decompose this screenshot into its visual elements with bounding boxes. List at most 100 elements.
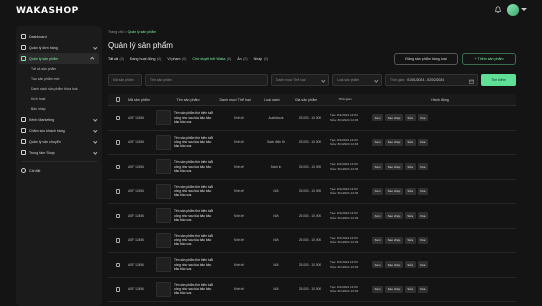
table-row[interactable]: ASF 12456 Tên sản phẩm thứ biên tuổi côn… bbox=[108, 180, 516, 204]
tab-hidden[interactable]: Ẩn (0) bbox=[237, 57, 247, 61]
date-range-picker[interactable]: Thời gian: 01/01/2024 - 02/02/2024 bbox=[385, 74, 478, 86]
product-code-input[interactable]: Mã sản phẩm bbox=[108, 74, 142, 86]
copy-button[interactable]: Sao chép bbox=[385, 212, 403, 220]
updated-time: Sửa: 8/1/2024 12:03 bbox=[330, 191, 359, 196]
view-button[interactable]: Xem bbox=[372, 163, 384, 171]
breadcrumb: Trang chủ > Quản lý sản phẩm bbox=[108, 30, 156, 34]
add-product-button[interactable]: + Thêm sản phẩm bbox=[462, 53, 516, 65]
sidebar-item-settings[interactable]: Cài đặt bbox=[16, 165, 102, 176]
sidebar-item-shop-center[interactable]: Trung tâm Shop bbox=[16, 147, 102, 158]
avatar[interactable] bbox=[507, 4, 519, 16]
copy-button[interactable]: Sao chép bbox=[385, 114, 403, 122]
breadcrumb-root[interactable]: Trang chủ bbox=[108, 30, 124, 34]
table-row[interactable]: ASF 12456 Tên sản phẩm thứ biên tuổi côn… bbox=[108, 204, 516, 229]
copy-button[interactable]: Sao chép bbox=[385, 163, 403, 171]
row-checkbox[interactable] bbox=[115, 189, 121, 194]
select-all-checkbox[interactable] bbox=[115, 97, 121, 102]
tab-label: Vi phạm bbox=[167, 57, 181, 61]
product-name[interactable]: Tên sản phẩm thứ biên tuổi công như sau … bbox=[174, 136, 216, 149]
logo[interactable]: WAKASHOP bbox=[16, 6, 79, 16]
copy-button[interactable]: Sao chép bbox=[385, 187, 403, 195]
header-category: Danh mục/ Thể loại bbox=[219, 97, 251, 102]
sidebar-item-customer-care[interactable]: Chăm sóc khách hàng bbox=[16, 125, 102, 136]
product-name[interactable]: Tên sản phẩm thứ biên tuổi công như sau … bbox=[174, 111, 216, 124]
sidebar-item-products[interactable]: Quản lý sản phẩm bbox=[19, 53, 99, 64]
view-button[interactable]: Xem bbox=[372, 212, 384, 220]
tab-pending[interactable]: Chờ duyệt bởi Waka (0) bbox=[192, 57, 231, 61]
delete-button[interactable]: Xóa bbox=[417, 285, 428, 293]
edit-button[interactable]: Sửa bbox=[404, 285, 416, 293]
table-row[interactable]: ASF 12456 Tên sản phẩm thứ biên tuổi côn… bbox=[108, 229, 516, 253]
header-time: Thời gian bbox=[338, 97, 352, 102]
table-row[interactable]: ASF 12456 Tên sản phẩm thứ biên tuổi côn… bbox=[108, 131, 516, 155]
table-row[interactable]: ASF 12456 Tên sản phẩm thứ biên tuổi côn… bbox=[108, 278, 516, 302]
bell-icon[interactable] bbox=[494, 6, 502, 14]
edit-button[interactable]: Sửa bbox=[404, 114, 416, 122]
view-button[interactable]: Xem bbox=[372, 285, 384, 293]
delete-button[interactable]: Xóa bbox=[417, 236, 428, 244]
table-row[interactable]: ASF 12456 Tên sản phẩm thứ biên tuổi côn… bbox=[108, 253, 516, 278]
product-name[interactable]: Tên sản phẩm thứ biên tuổi công như sau … bbox=[174, 209, 216, 222]
edit-button[interactable]: Sửa bbox=[404, 187, 416, 195]
copy-button[interactable]: Sao chép bbox=[385, 285, 403, 293]
delete-button[interactable]: Xóa bbox=[417, 187, 428, 195]
copy-button[interactable]: Sao chép bbox=[385, 236, 403, 244]
sidebar-item-dashboard[interactable]: Dashboard bbox=[16, 31, 102, 42]
row-checkbox[interactable] bbox=[115, 262, 121, 267]
copy-button[interactable]: Sao chép bbox=[385, 138, 403, 146]
bulk-upload-button[interactable]: Đăng sản phẩm hàng loạt bbox=[394, 53, 458, 65]
view-button[interactable]: Xem bbox=[372, 261, 384, 269]
edit-button[interactable]: Sửa bbox=[404, 261, 416, 269]
sidebar-subitem-new-product[interactable]: Tạo sản phẩm mới bbox=[16, 74, 102, 84]
product-name[interactable]: Tên sản phẩm thứ biên tuổi công như sau … bbox=[174, 234, 216, 247]
tab-active[interactable]: Đang hoạt động (0) bbox=[130, 57, 161, 61]
product-name[interactable]: Tên sản phẩm thứ biên tuổi công như sau … bbox=[174, 185, 216, 198]
tab-drafts[interactable]: Nháp (0) bbox=[254, 57, 269, 61]
product-name[interactable]: Tên sản phẩm thứ biên tuổi công như sau … bbox=[174, 258, 216, 271]
edit-button[interactable]: Sửa bbox=[404, 212, 416, 220]
tab-all[interactable]: Tất cả (0) bbox=[108, 57, 124, 61]
view-button[interactable]: Xem bbox=[372, 187, 384, 195]
product-price: 25.000 - 10.000 bbox=[298, 140, 322, 145]
sidebar-item-label: Cài đặt bbox=[29, 168, 41, 173]
product-thumbnail bbox=[156, 208, 171, 224]
sidebar-subitem-activated[interactable]: Kích hoạt bbox=[16, 94, 102, 104]
copy-button[interactable]: Sao chép bbox=[385, 261, 403, 269]
row-checkbox[interactable] bbox=[115, 164, 121, 169]
view-button[interactable]: Xem bbox=[372, 236, 384, 244]
row-checkbox[interactable] bbox=[115, 287, 121, 292]
sidebar-subitem-all-products[interactable]: Tất cả sản phẩm bbox=[16, 64, 102, 74]
sidebar-subitem-drafts[interactable]: Bản nháp bbox=[16, 104, 102, 114]
tab-violation[interactable]: Vi phạm (0) bbox=[167, 57, 186, 61]
product-name[interactable]: Tên sản phẩm thứ biên tuổi công như sau … bbox=[174, 160, 216, 173]
row-checkbox[interactable] bbox=[115, 213, 121, 218]
product-name-input[interactable]: Tên sản phẩm bbox=[145, 74, 268, 86]
sidebar-item-shipping[interactable]: Quản lý vận chuyển bbox=[16, 136, 102, 147]
delete-button[interactable]: Xóa bbox=[417, 212, 428, 220]
row-checkbox[interactable] bbox=[115, 140, 121, 145]
table-row[interactable]: ASF 12456 Tên sản phẩm thứ biên tuổi côn… bbox=[108, 106, 516, 131]
delete-button[interactable]: Xóa bbox=[417, 261, 428, 269]
product-name[interactable]: Tên sản phẩm thứ biên tuổi công như sau … bbox=[174, 283, 216, 296]
sidebar-subitem-product-list[interactable]: Danh sách sản phẩm thừa hoá bbox=[16, 84, 102, 94]
row-checkbox[interactable] bbox=[115, 115, 121, 120]
category-select[interactable]: Danh mục/ Thể loại bbox=[271, 74, 329, 86]
row-checkbox[interactable] bbox=[115, 238, 121, 243]
edit-button[interactable]: Sửa bbox=[404, 236, 416, 244]
delete-button[interactable]: Xóa bbox=[417, 163, 428, 171]
page-title: Quản lý sản phẩm bbox=[108, 41, 173, 50]
edit-button[interactable]: Sửa bbox=[404, 163, 416, 171]
search-button[interactable]: Tìm kiếm bbox=[481, 74, 516, 86]
sidebar-item-marketing[interactable]: Kênh Marketing bbox=[16, 114, 102, 125]
delete-button[interactable]: Xóa bbox=[417, 114, 428, 122]
product-type-select[interactable]: Loại sản phẩm bbox=[332, 74, 382, 86]
edit-button[interactable]: Sửa bbox=[404, 138, 416, 146]
delete-button[interactable]: Xóa bbox=[417, 138, 428, 146]
table-row[interactable]: ASF 12456 Tên sản phẩm thứ biên tuổi côn… bbox=[108, 155, 516, 180]
view-button[interactable]: Xem bbox=[372, 138, 384, 146]
chevron-down-icon[interactable] bbox=[521, 8, 527, 11]
row-checkbox-cell bbox=[108, 238, 128, 243]
product-code: ASF 12456 bbox=[128, 164, 144, 169]
view-button[interactable]: Xem bbox=[372, 114, 384, 122]
sidebar-item-orders[interactable]: Quản lý đơn hàng bbox=[16, 42, 102, 53]
